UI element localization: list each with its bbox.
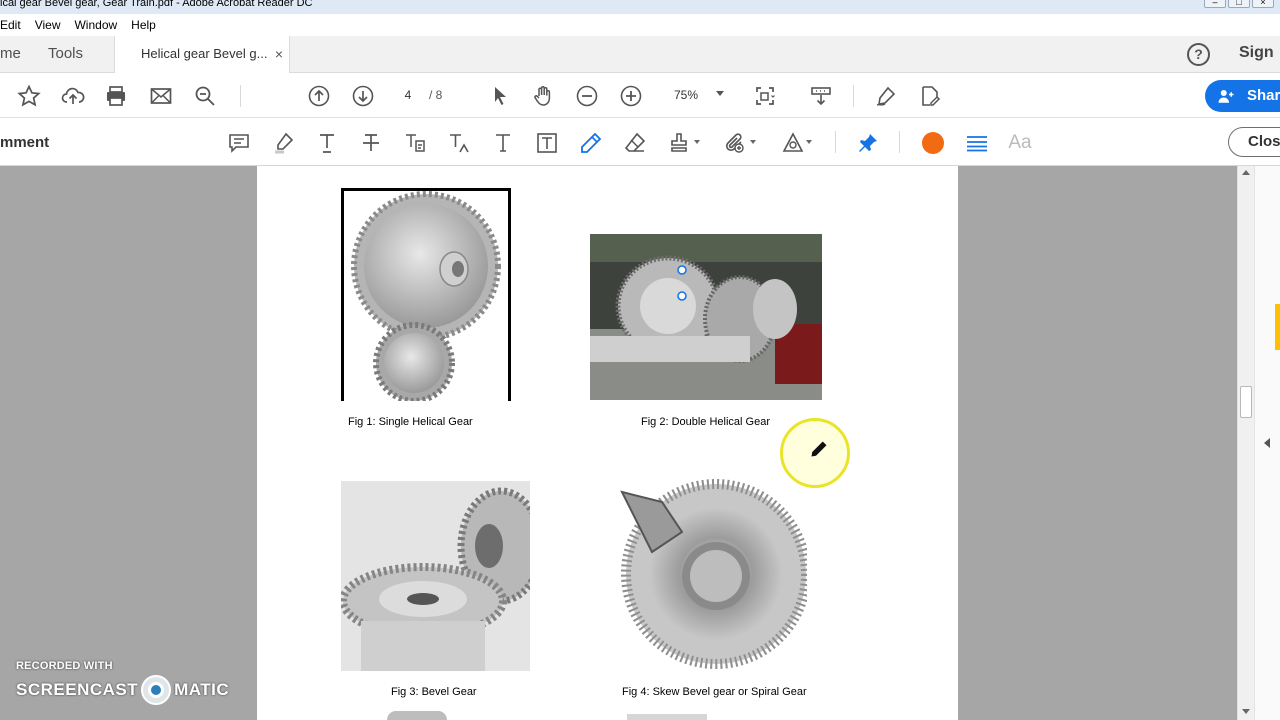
- shapes-icon[interactable]: [780, 130, 806, 156]
- toolbar-separator: [240, 85, 241, 107]
- zoom-level-select[interactable]: 75%: [662, 85, 710, 105]
- toolbar-separator: [853, 85, 854, 107]
- window-close-button[interactable]: ×: [1252, 0, 1274, 8]
- sticky-note-icon[interactable]: [226, 130, 252, 156]
- line-weight-icon[interactable]: [964, 130, 990, 156]
- minimize-button[interactable]: –: [1204, 0, 1226, 8]
- page-number-input[interactable]: 4: [392, 85, 424, 105]
- zoom-out-icon[interactable]: [574, 83, 600, 109]
- window-controls: – □ ×: [1204, 0, 1274, 8]
- print-icon[interactable]: [103, 83, 129, 109]
- zoom-search-icon[interactable]: [192, 83, 218, 109]
- prev-page-icon[interactable]: [306, 83, 332, 109]
- close-comment-button[interactable]: Close: [1228, 127, 1280, 157]
- screencast-watermark: RECORDED WITH SCREENCAST MATIC: [16, 660, 229, 705]
- tab-bar: me Tools Helical gear Bevel g... × ? Sig…: [0, 36, 1280, 74]
- menu-edit[interactable]: Edit: [0, 18, 21, 32]
- color-picker-dot[interactable]: [922, 132, 944, 154]
- menu-view[interactable]: View: [35, 18, 61, 32]
- scroll-thumb[interactable]: [1240, 386, 1252, 418]
- replace-text-icon[interactable]: [402, 130, 428, 156]
- chevron-down-icon[interactable]: [806, 140, 812, 144]
- figure-spiral-bevel-gear: [608, 472, 807, 671]
- tab-home[interactable]: me: [0, 36, 21, 73]
- chevron-down-icon[interactable]: [750, 140, 756, 144]
- pen-cursor-icon: [811, 441, 827, 457]
- attach-icon[interactable]: [722, 130, 748, 156]
- document-viewport[interactable]: Fig 1: Single Helical Gear Fig 2: Double…: [0, 166, 1237, 720]
- share-button-label: Shar: [1247, 87, 1280, 104]
- toolbar-separator: [835, 131, 836, 153]
- maximize-button[interactable]: □: [1228, 0, 1250, 8]
- watermark-brand: SCREENCAST MATIC: [16, 675, 229, 705]
- figure-single-helical-gear: [341, 188, 511, 401]
- figure-caption: Fig 4: Skew Bevel gear or Spiral Gear: [622, 686, 807, 698]
- comment-toolbar: mment Aa Clos: [0, 118, 1280, 166]
- insert-text-icon[interactable]: [446, 130, 472, 156]
- pin-icon[interactable]: [855, 130, 881, 156]
- figure-partial: [387, 711, 447, 720]
- figure-double-helical-gear: [590, 234, 822, 400]
- stamp-icon[interactable]: [666, 130, 692, 156]
- text-box-icon[interactable]: [534, 130, 560, 156]
- right-pane-rail: [1254, 166, 1280, 720]
- figure-caption: Fig 2: Double Helical Gear: [641, 416, 771, 428]
- fit-page-icon[interactable]: [752, 83, 778, 109]
- zoom-in-icon[interactable]: [618, 83, 644, 109]
- tab-tools[interactable]: Tools: [48, 36, 83, 73]
- vertical-scrollbar[interactable]: [1237, 166, 1254, 720]
- watermark-line1: RECORDED WITH: [16, 660, 113, 672]
- menu-help[interactable]: Help: [131, 18, 156, 32]
- pdf-page: Fig 1: Single Helical Gear Fig 2: Double…: [257, 166, 958, 720]
- figure-caption: Fig 3: Bevel Gear: [391, 686, 477, 698]
- figure-caption: Fig 1: Single Helical Gear: [348, 416, 473, 428]
- scroll-up-icon[interactable]: [1242, 170, 1250, 175]
- comment-toolbar-label: mment: [0, 134, 50, 151]
- window-title-bar: ical gear Bevel gear, Gear Train.pdf - A…: [0, 0, 1280, 14]
- chevron-down-icon[interactable]: [716, 91, 724, 96]
- screencast-logo-icon: [141, 675, 172, 705]
- sign-pen-icon[interactable]: [873, 83, 899, 109]
- add-text-icon[interactable]: [490, 130, 516, 156]
- share-button[interactable]: Shar: [1205, 80, 1280, 112]
- chevron-down-icon[interactable]: [694, 140, 700, 144]
- hand-icon[interactable]: [530, 83, 556, 109]
- scroll-mode-icon[interactable]: [808, 83, 834, 109]
- tab-close-icon[interactable]: ×: [275, 36, 283, 72]
- scroll-down-icon[interactable]: [1242, 709, 1250, 714]
- fill-sign-icon[interactable]: [917, 83, 943, 109]
- sign-in-link[interactable]: Sign: [1239, 44, 1274, 62]
- toolbar-separator: [899, 131, 900, 153]
- highlighter-icon[interactable]: [270, 130, 296, 156]
- page-total: / 8: [429, 88, 443, 102]
- rail-marker: [1275, 304, 1280, 350]
- tab-document-label: Helical gear Bevel g...: [141, 46, 268, 61]
- menu-bar: Edit View Window Help: [0, 14, 1280, 36]
- star-icon[interactable]: [16, 83, 42, 109]
- eraser-icon[interactable]: [622, 130, 648, 156]
- upload-icon[interactable]: [60, 83, 86, 109]
- mail-icon[interactable]: [148, 83, 174, 109]
- select-cursor-icon[interactable]: [487, 83, 513, 109]
- text-size-tool[interactable]: Aa: [1007, 130, 1033, 156]
- expand-pane-icon[interactable]: [1264, 438, 1270, 448]
- add-person-icon: [1218, 90, 1234, 103]
- figure-bevel-gear: [341, 481, 530, 671]
- next-page-icon[interactable]: [350, 83, 376, 109]
- window-title: ical gear Bevel gear, Gear Train.pdf - A…: [0, 0, 313, 9]
- pencil-icon[interactable]: [578, 130, 604, 156]
- watermark-left: SCREENCAST: [16, 680, 139, 699]
- help-icon[interactable]: ?: [1187, 43, 1210, 66]
- strikethrough-icon[interactable]: [358, 130, 384, 156]
- tab-document[interactable]: Helical gear Bevel g... ×: [114, 36, 290, 74]
- text-underline-icon[interactable]: [314, 130, 340, 156]
- figure-partial: [627, 714, 707, 720]
- menu-window[interactable]: Window: [74, 18, 117, 32]
- watermark-right: MATIC: [174, 680, 230, 699]
- main-toolbar: 4 / 8 75% Shar: [0, 73, 1280, 118]
